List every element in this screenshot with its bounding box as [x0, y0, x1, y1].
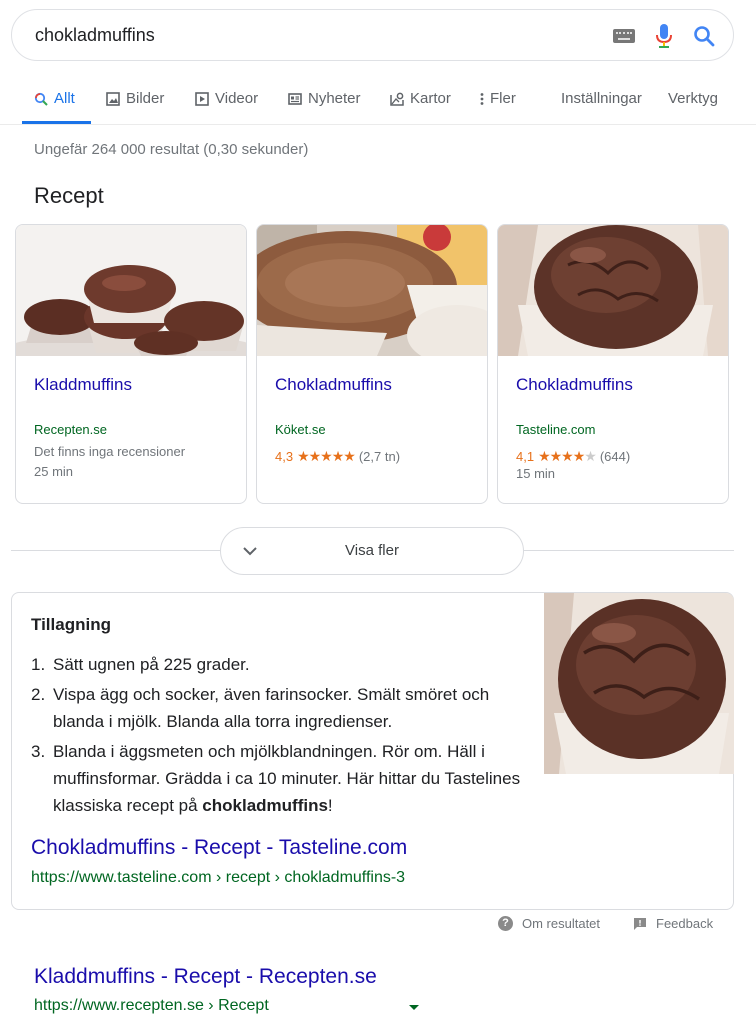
- search-tabs: Allt Bilder Videor Nyheter Kartor Fler I…: [0, 84, 756, 124]
- snippet-result-link[interactable]: Chokladmuffins - Recept - Tasteline.com: [31, 836, 407, 860]
- star-rating-icon: ★★★★★: [297, 448, 356, 464]
- tools-label: Verktyg: [668, 90, 719, 107]
- step-text: Sätt ugnen på 225 grader.: [53, 655, 250, 674]
- tab-label: Nyheter: [308, 90, 361, 107]
- snippet-image[interactable]: [544, 593, 734, 774]
- image-icon: [106, 91, 120, 106]
- step-text: Vispa ägg och socker, även farinsocker. …: [53, 685, 490, 731]
- result-title-link[interactable]: Kladdmuffins - Recept - Recepten.se: [34, 965, 377, 989]
- tab-label: Fler: [490, 90, 516, 107]
- recipe-image: [257, 225, 487, 356]
- recipe-time: 25 min: [34, 464, 74, 479]
- recipe-source: Köket.se: [275, 422, 326, 437]
- recipe-source: Recepten.se: [34, 422, 107, 437]
- step-text-end: !: [327, 796, 333, 815]
- recipe-card[interactable]: Chokladmuffins Tasteline.com 4,1 ★★★★★ (…: [497, 224, 729, 504]
- divider: [524, 550, 734, 551]
- tab-label: Videor: [215, 90, 259, 107]
- result-url[interactable]: https://www.recepten.se › Recept: [34, 997, 269, 1015]
- step-number: 1.: [31, 655, 46, 674]
- result-stats: Ungefär 264 000 resultat (0,30 sekunder): [34, 141, 309, 158]
- tab-label: Allt: [54, 90, 75, 107]
- recipes-heading: Recept: [34, 183, 104, 208]
- step-text-bold: chokladmuffins: [202, 796, 328, 815]
- tab-all[interactable]: Allt: [34, 90, 75, 107]
- caret-down-icon[interactable]: [409, 1005, 419, 1010]
- feedback-icon: [634, 917, 646, 930]
- tab-label: Bilder: [126, 90, 165, 107]
- tab-videos[interactable]: Videor: [195, 90, 258, 107]
- tab-more[interactable]: Fler: [480, 90, 516, 107]
- video-icon: [195, 91, 209, 106]
- help-icon: ?: [498, 916, 513, 931]
- step-number: 2.: [31, 685, 46, 704]
- show-more-button[interactable]: Visa fler: [220, 527, 524, 575]
- recipe-rating: 4,3 ★★★★★ (2,7 tn): [275, 448, 400, 465]
- microphone-icon[interactable]: [656, 24, 672, 48]
- recipe-card[interactable]: Kladdmuffins Recepten.se Det finns inga …: [15, 224, 247, 504]
- recipe-time: 15 min: [516, 466, 556, 481]
- rating-count: (644): [599, 449, 631, 464]
- list-item: 3. Blanda i äggsmeten och mjölkblandning…: [31, 738, 529, 819]
- list-item: 1. Sätt ugnen på 225 grader.: [31, 651, 529, 678]
- recipe-source: Tasteline.com: [516, 422, 596, 437]
- feedback-link[interactable]: Feedback: [633, 916, 713, 931]
- news-icon: [288, 92, 302, 105]
- show-more-label: Visa fler: [345, 542, 399, 559]
- about-result-link[interactable]: ? Om resultatet: [498, 916, 600, 931]
- recipe-title[interactable]: Chokladmuffins: [275, 375, 392, 395]
- recipe-title[interactable]: Kladdmuffins: [34, 375, 132, 395]
- rating-value: 4,3: [275, 449, 294, 464]
- recipe-rating: 4,1 ★★★★★ (644): [516, 448, 630, 465]
- settings-label: Inställningar: [561, 90, 642, 107]
- snippet-heading: Tillagning: [31, 615, 111, 634]
- instruction-list: 1. Sätt ugnen på 225 grader. 2. Vispa äg…: [31, 651, 529, 822]
- search-box[interactable]: [11, 9, 734, 61]
- star-rating-icon: ★★★★★: [538, 448, 597, 464]
- map-icon: [390, 92, 404, 106]
- tabs-divider: [0, 124, 756, 125]
- rating-count: (2,7 tn): [358, 449, 401, 464]
- divider: [11, 550, 220, 551]
- feedback-label: Feedback: [656, 916, 714, 931]
- recipe-title[interactable]: Chokladmuffins: [516, 375, 633, 395]
- settings-link[interactable]: Inställningar: [561, 90, 642, 107]
- search-icon[interactable]: [693, 25, 715, 47]
- tab-images[interactable]: Bilder: [106, 90, 164, 107]
- search-input[interactable]: [35, 24, 575, 46]
- recipe-image: [498, 225, 728, 356]
- snippet-result-url[interactable]: https://www.tasteline.com › recept › cho…: [31, 869, 405, 887]
- featured-snippet: Tillagning 1. Sätt ugnen på 225 grader. …: [11, 592, 734, 910]
- recipe-reviews: Det finns inga recensioner: [34, 444, 186, 459]
- about-label: Om resultatet: [522, 916, 601, 931]
- keyboard-icon[interactable]: [613, 29, 635, 43]
- recipe-card[interactable]: Chokladmuffins Köket.se 4,3 ★★★★★ (2,7 t…: [256, 224, 488, 504]
- tab-label: Kartor: [410, 90, 451, 107]
- tab-news[interactable]: Nyheter: [288, 90, 361, 107]
- search-icon: [34, 92, 48, 106]
- recipe-image: [16, 225, 246, 356]
- tab-maps[interactable]: Kartor: [390, 90, 451, 107]
- list-item: 2. Vispa ägg och socker, även farinsocke…: [31, 681, 529, 735]
- step-number: 3.: [31, 742, 46, 761]
- tools-link[interactable]: Verktyg: [668, 90, 718, 107]
- rating-value: 4,1: [516, 449, 535, 464]
- more-vert-icon: [480, 92, 484, 105]
